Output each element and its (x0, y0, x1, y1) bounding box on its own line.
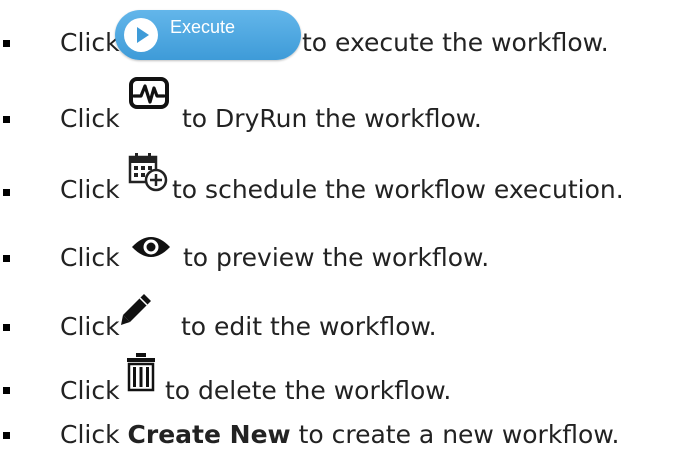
play-circle-icon (124, 18, 158, 52)
bullet (3, 432, 10, 439)
list-item: Click to schedule the workflow execution… (0, 152, 673, 204)
click-text: Click (60, 28, 120, 57)
list-item: Click to preview the workflow. (0, 227, 673, 272)
instruction-text: to delete the workflow. (165, 376, 452, 405)
trash-icon[interactable] (125, 352, 157, 392)
instruction-text: to edit the workflow. (181, 312, 437, 341)
list-item: Click to edit the workflow. (0, 292, 673, 341)
click-text: Click (60, 376, 120, 405)
execute-button[interactable]: Execute (115, 10, 301, 60)
instruction-text: to create a new workflow. (298, 420, 620, 449)
list-item: Click to DryRun the workflow. (0, 77, 673, 133)
instruction-text: to DryRun the workflow. (182, 104, 482, 133)
create-new-label: Create New (127, 420, 291, 449)
list-item: Click Create New to create a new workflo… (0, 411, 673, 451)
instruction-text: to preview the workflow. (183, 243, 490, 272)
click-text: Click (60, 243, 120, 272)
calendar-add-icon[interactable] (128, 152, 168, 192)
bullet (3, 40, 10, 47)
instruction-list: Click Execute to execute the workflow. C… (0, 0, 673, 463)
list-item: Click to delete the workflow. (0, 353, 673, 405)
instruction-text: to execute the workflow. (302, 28, 609, 57)
eye-icon[interactable] (130, 233, 172, 261)
bullet (3, 324, 10, 331)
bullet (3, 189, 10, 196)
click-text: Click (60, 104, 120, 133)
bullet (3, 387, 10, 394)
bullet (3, 116, 10, 123)
click-text: Click (60, 175, 120, 204)
click-text: Click (60, 312, 120, 341)
click-text: Click (60, 420, 120, 449)
instruction-line: Click Create New to create a new workflo… (60, 420, 619, 450)
pencil-icon[interactable] (120, 292, 154, 332)
pulse-monitor-icon[interactable] (128, 76, 170, 110)
execute-button-label: Execute (170, 17, 236, 37)
instruction-text: to schedule the workflow execution. (172, 175, 624, 204)
list-item: Click Execute to execute the workflow. (0, 10, 673, 60)
bullet (3, 255, 10, 262)
